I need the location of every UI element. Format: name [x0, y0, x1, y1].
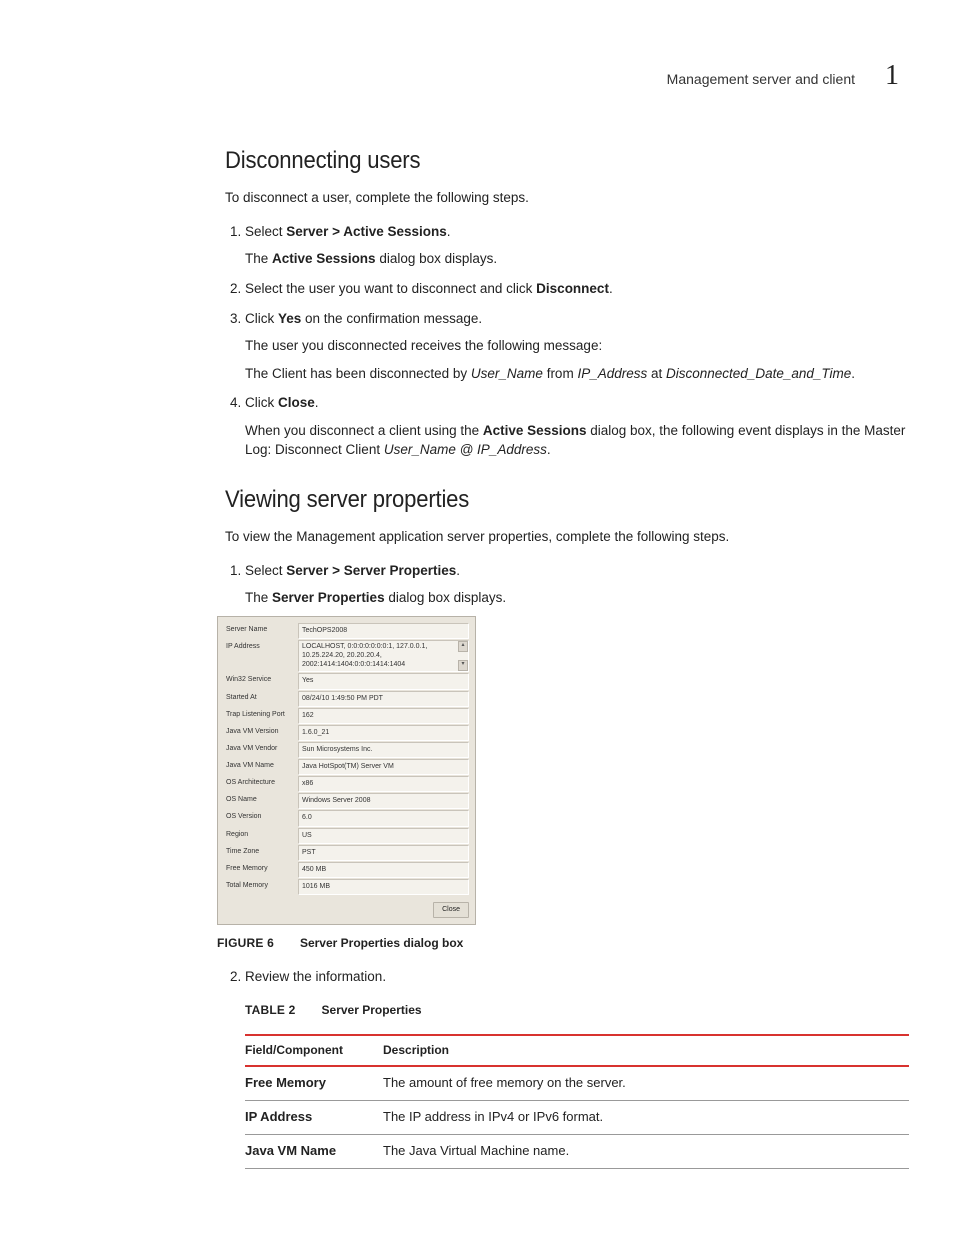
dialog-row: Free Memory450 MB: [224, 862, 469, 878]
page-header: Management server and client 1: [225, 60, 909, 92]
table-row: IP AddressThe IP address in IPv4 or IPv6…: [245, 1101, 909, 1135]
step-1b: Select Server > Server Properties. The S…: [245, 561, 909, 953]
table-cell-field: IP Address: [245, 1101, 383, 1135]
dialog-field-value: Sun Microsystems Inc.: [298, 742, 469, 758]
dialog-field-label: Started At: [224, 691, 298, 707]
table-cell-desc: The amount of free memory on the server.: [383, 1066, 909, 1100]
header-section: Management server and client: [667, 71, 855, 87]
table-title: Server Properties: [322, 1003, 422, 1017]
step-1-sub: The Active Sessions dialog box displays.: [245, 249, 909, 269]
dialog-row: Win32 ServiceYes: [224, 673, 469, 689]
dialog-field-label: Java VM Vendor: [224, 742, 298, 758]
dialog-field-label: Java VM Version: [224, 725, 298, 741]
dialog-field-value: US: [298, 828, 469, 844]
dialog-row: RegionUS: [224, 828, 469, 844]
step-3-sub1: The user you disconnected receives the f…: [245, 336, 909, 356]
dialog-row: Server NameTechOPS2008: [224, 623, 469, 639]
step-2b: Review the information. TABLE 2Server Pr…: [245, 967, 909, 1169]
dialog-field-value: x86: [298, 776, 469, 792]
figure-label: FIGURE 6: [217, 936, 274, 950]
dialog-field-value: Yes: [298, 673, 469, 689]
intro-text: To disconnect a user, complete the follo…: [225, 189, 909, 208]
col-field: Field/Component: [245, 1035, 383, 1066]
scrollbar[interactable]: ▴▾: [458, 641, 468, 671]
dialog-row: Java VM NameJava HotSpot(TM) Server VM: [224, 759, 469, 775]
table-cell-desc: The Java Virtual Machine name.: [383, 1135, 909, 1169]
step-3-sub2: The Client has been disconnected by User…: [245, 364, 909, 384]
figure-caption: FIGURE 6 Server Properties dialog box: [217, 933, 909, 953]
dialog-row: Java VM VendorSun Microsystems Inc.: [224, 742, 469, 758]
intro-text-2: To view the Management application serve…: [225, 528, 909, 547]
table-row: Free MemoryThe amount of free memory on …: [245, 1066, 909, 1100]
dialog-field-label: Region: [224, 828, 298, 844]
step-3: Click Yes on the confirmation message. T…: [245, 309, 909, 384]
scroll-down-icon[interactable]: ▾: [458, 660, 468, 671]
dialog-row: Time ZonePST: [224, 845, 469, 861]
dialog-field-value: 450 MB: [298, 862, 469, 878]
dialog-row: IP AddressLOCALHOST, 0:0:0:0:0:0:0:1, 12…: [224, 640, 469, 672]
table-caption: TABLE 2 Server Properties: [245, 1000, 909, 1020]
dialog-field-label: OS Version: [224, 810, 298, 826]
dialog-row: Total Memory1016 MB: [224, 879, 469, 895]
table-label: TABLE 2: [245, 1003, 296, 1017]
dialog-field-label: Total Memory: [224, 879, 298, 895]
table-cell-field: Free Memory: [245, 1066, 383, 1100]
dialog-field-label: Server Name: [224, 623, 298, 639]
step-4-sub: When you disconnect a client using the A…: [245, 421, 909, 460]
scroll-up-icon[interactable]: ▴: [458, 641, 468, 652]
dialog-field-value: Java HotSpot(TM) Server VM: [298, 759, 469, 775]
table-cell-desc: The IP address in IPv4 or IPv6 format.: [383, 1101, 909, 1135]
dialog-row: OS NameWindows Server 2008: [224, 793, 469, 809]
dialog-field-value: PST: [298, 845, 469, 861]
dialog-field-label: Win32 Service: [224, 673, 298, 689]
header-chapter: 1: [885, 60, 899, 92]
server-properties-table: Field/Component Description Free MemoryT…: [245, 1034, 909, 1169]
dialog-field-value: Windows Server 2008: [298, 793, 469, 809]
table-cell-field: Java VM Name: [245, 1135, 383, 1169]
dialog-field-value: 162: [298, 708, 469, 724]
dialog-row: OS Architecturex86: [224, 776, 469, 792]
step-1: Select Server > Active Sessions. The Act…: [245, 222, 909, 269]
dialog-field-label: IP Address: [224, 640, 298, 672]
dialog-row: Trap Listening Port162: [224, 708, 469, 724]
col-desc: Description: [383, 1035, 909, 1066]
dialog-field-label: OS Name: [224, 793, 298, 809]
dialog-row: Started At08/24/10 1:49:50 PM PDT: [224, 691, 469, 707]
server-properties-dialog: Server NameTechOPS2008IP AddressLOCALHOS…: [217, 616, 476, 925]
dialog-field-value: 1.6.0_21: [298, 725, 469, 741]
heading-disconnecting-users: Disconnecting users: [225, 147, 854, 175]
close-button[interactable]: Close: [433, 902, 469, 918]
steps-view-props: Select Server > Server Properties. The S…: [225, 561, 909, 1169]
figure-title: Server Properties dialog box: [300, 936, 463, 950]
steps-disconnect: Select Server > Active Sessions. The Act…: [225, 222, 909, 460]
dialog-field-value: LOCALHOST, 0:0:0:0:0:0:0:1, 127.0.0.1, 1…: [298, 640, 469, 672]
dialog-field-value: 1016 MB: [298, 879, 469, 895]
step-2: Select the user you want to disconnect a…: [245, 279, 909, 299]
step-1b-sub: The Server Properties dialog box display…: [245, 588, 909, 608]
dialog-field-value: TechOPS2008: [298, 623, 469, 639]
dialog-field-label: Java VM Name: [224, 759, 298, 775]
dialog-field-value: 6.0: [298, 810, 469, 826]
dialog-field-value: 08/24/10 1:49:50 PM PDT: [298, 691, 469, 707]
dialog-field-label: Time Zone: [224, 845, 298, 861]
heading-viewing-server-properties: Viewing server properties: [225, 486, 854, 514]
dialog-field-label: OS Architecture: [224, 776, 298, 792]
dialog-row: Java VM Version1.6.0_21: [224, 725, 469, 741]
dialog-row: OS Version6.0: [224, 810, 469, 826]
dialog-field-label: Trap Listening Port: [224, 708, 298, 724]
step-4: Click Close. When you disconnect a clien…: [245, 393, 909, 460]
dialog-field-label: Free Memory: [224, 862, 298, 878]
table-row: Java VM NameThe Java Virtual Machine nam…: [245, 1135, 909, 1169]
